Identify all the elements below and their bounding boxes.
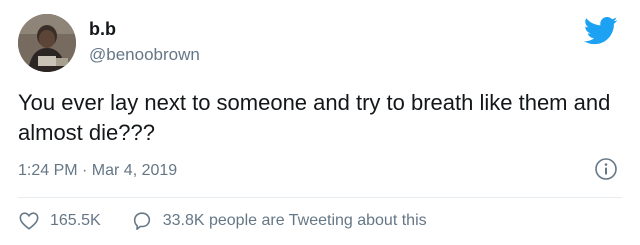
info-icon[interactable] <box>594 157 618 181</box>
tweeting-about-text: 33.8K people are Tweeting about this <box>162 212 427 229</box>
twitter-bird-icon[interactable] <box>584 16 618 46</box>
avatar[interactable] <box>18 14 76 72</box>
tweet-text: You ever lay next to someone and try to … <box>18 90 611 145</box>
speech-bubble-icon <box>133 212 150 231</box>
tweet-timestamp[interactable]: 1:24 PM · Mar 4, 2019 <box>18 161 177 181</box>
like-button[interactable]: 165.5K <box>18 210 101 232</box>
divider <box>18 197 622 198</box>
avatar-photo <box>18 14 76 72</box>
tweet-card: b.b @benoobrown You ever lay next to som… <box>0 0 640 245</box>
display-name[interactable]: b.b <box>89 18 116 40</box>
tweeting-about-link[interactable]: 33.8K people are Tweeting about this <box>131 210 427 232</box>
tweet-actions: 165.5K 33.8K people are Tweeting about t… <box>18 208 427 234</box>
heart-icon <box>19 212 39 230</box>
user-handle[interactable]: @benoobrown <box>89 44 200 66</box>
like-count: 165.5K <box>50 212 101 229</box>
